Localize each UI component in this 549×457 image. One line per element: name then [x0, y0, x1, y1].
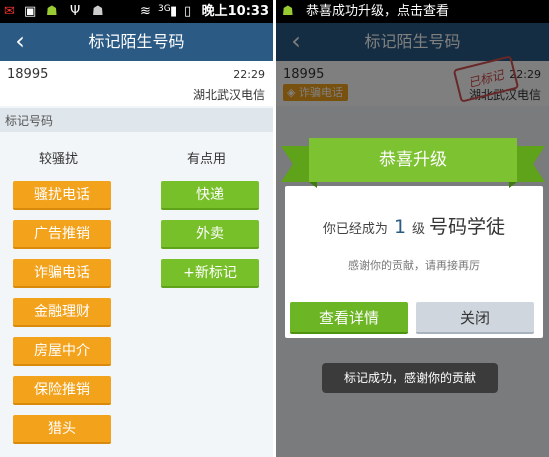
usb-icon: Ψ [70, 4, 81, 19]
left-screen: ✉ ▣ ☗ Ψ ☗ ≋ 3G ▮ ▯ 晚上10:33 ‹ 标记陌生号码 1899… [0, 0, 273, 457]
tag-harassment-button[interactable]: 骚扰电话 [13, 181, 111, 210]
section-header: 标记号码 [0, 108, 273, 132]
call-time: 22:29 [233, 68, 265, 81]
tag-real-estate-button[interactable]: 房屋中介 [13, 337, 111, 366]
wifi-icon: ≋ [140, 4, 151, 19]
caller-info: 18995 22:29 湖北武汉电信 [0, 61, 273, 106]
tag-headhunter-button[interactable]: 猎头 [13, 415, 111, 444]
status-bar: ✉ ▣ ☗ Ψ ☗ ≋ 3G ▮ ▯ 晚上10:33 [0, 0, 273, 23]
tag-finance-button[interactable]: 金融理财 [13, 298, 111, 327]
column-header-annoying: 较骚扰 [39, 152, 79, 167]
rank-line: 你已经成为 1 级号码学徒 [285, 212, 543, 239]
title-bar: ‹ 标记陌生号码 [0, 23, 273, 61]
android-icon: ☗ [46, 4, 58, 19]
banner-title: 恭喜升级 [379, 150, 447, 170]
right-screen: ☗ 恭喜成功升级，点击查看 ‹ 标记陌生号码 18995 22:29 ◈ 诈骗电… [276, 0, 549, 457]
caller-number: 18995 [7, 67, 49, 82]
rank-prefix: 你已经成为 [322, 222, 388, 237]
caller-location: 湖北武汉电信 [192, 88, 265, 102]
status-bar[interactable]: ☗ 恭喜成功升级，点击查看 [276, 0, 549, 23]
section-title: 标记号码 [5, 114, 54, 128]
tag-insurance-button[interactable]: 保险推销 [13, 376, 111, 405]
tag-courier-button[interactable]: 快递 [161, 181, 259, 210]
tag-advertising-button[interactable]: 广告推销 [13, 220, 111, 249]
page-title: 标记陌生号码 [88, 32, 185, 51]
add-new-tag-button[interactable]: +新标记 [161, 259, 259, 288]
success-toast: 标记成功，感谢你的贡献 [322, 363, 498, 393]
upgrade-notification[interactable]: 恭喜成功升级，点击查看 [306, 3, 449, 20]
battery-icon: ▯ [184, 4, 192, 19]
sim-icon: ▣ [24, 4, 37, 19]
android-icon: ☗ [92, 4, 104, 19]
close-button[interactable]: 关闭 [416, 302, 534, 334]
back-arrow-icon[interactable]: ‹ [8, 29, 32, 55]
notification-app-icon: ☗ [282, 4, 294, 19]
status-clock: 晚上10:33 [201, 4, 269, 19]
rank-level: 1 [393, 216, 407, 238]
signal-bars-icon: ▮ [170, 4, 178, 19]
rank-title: 号码学徒 [429, 216, 506, 238]
thanks-text: 感谢你的贡献，请再接再厉 [348, 259, 480, 272]
view-details-button[interactable]: 查看详情 [290, 302, 408, 334]
tag-fraud-button[interactable]: 诈骗电话 [13, 259, 111, 288]
column-header-useful: 有点用 [187, 152, 227, 167]
rank-level-unit: 级 [412, 222, 426, 237]
signal-icon: 3G [158, 4, 171, 14]
tag-takeout-button[interactable]: 外卖 [161, 220, 259, 249]
warning-icon: ✉ [4, 4, 15, 19]
